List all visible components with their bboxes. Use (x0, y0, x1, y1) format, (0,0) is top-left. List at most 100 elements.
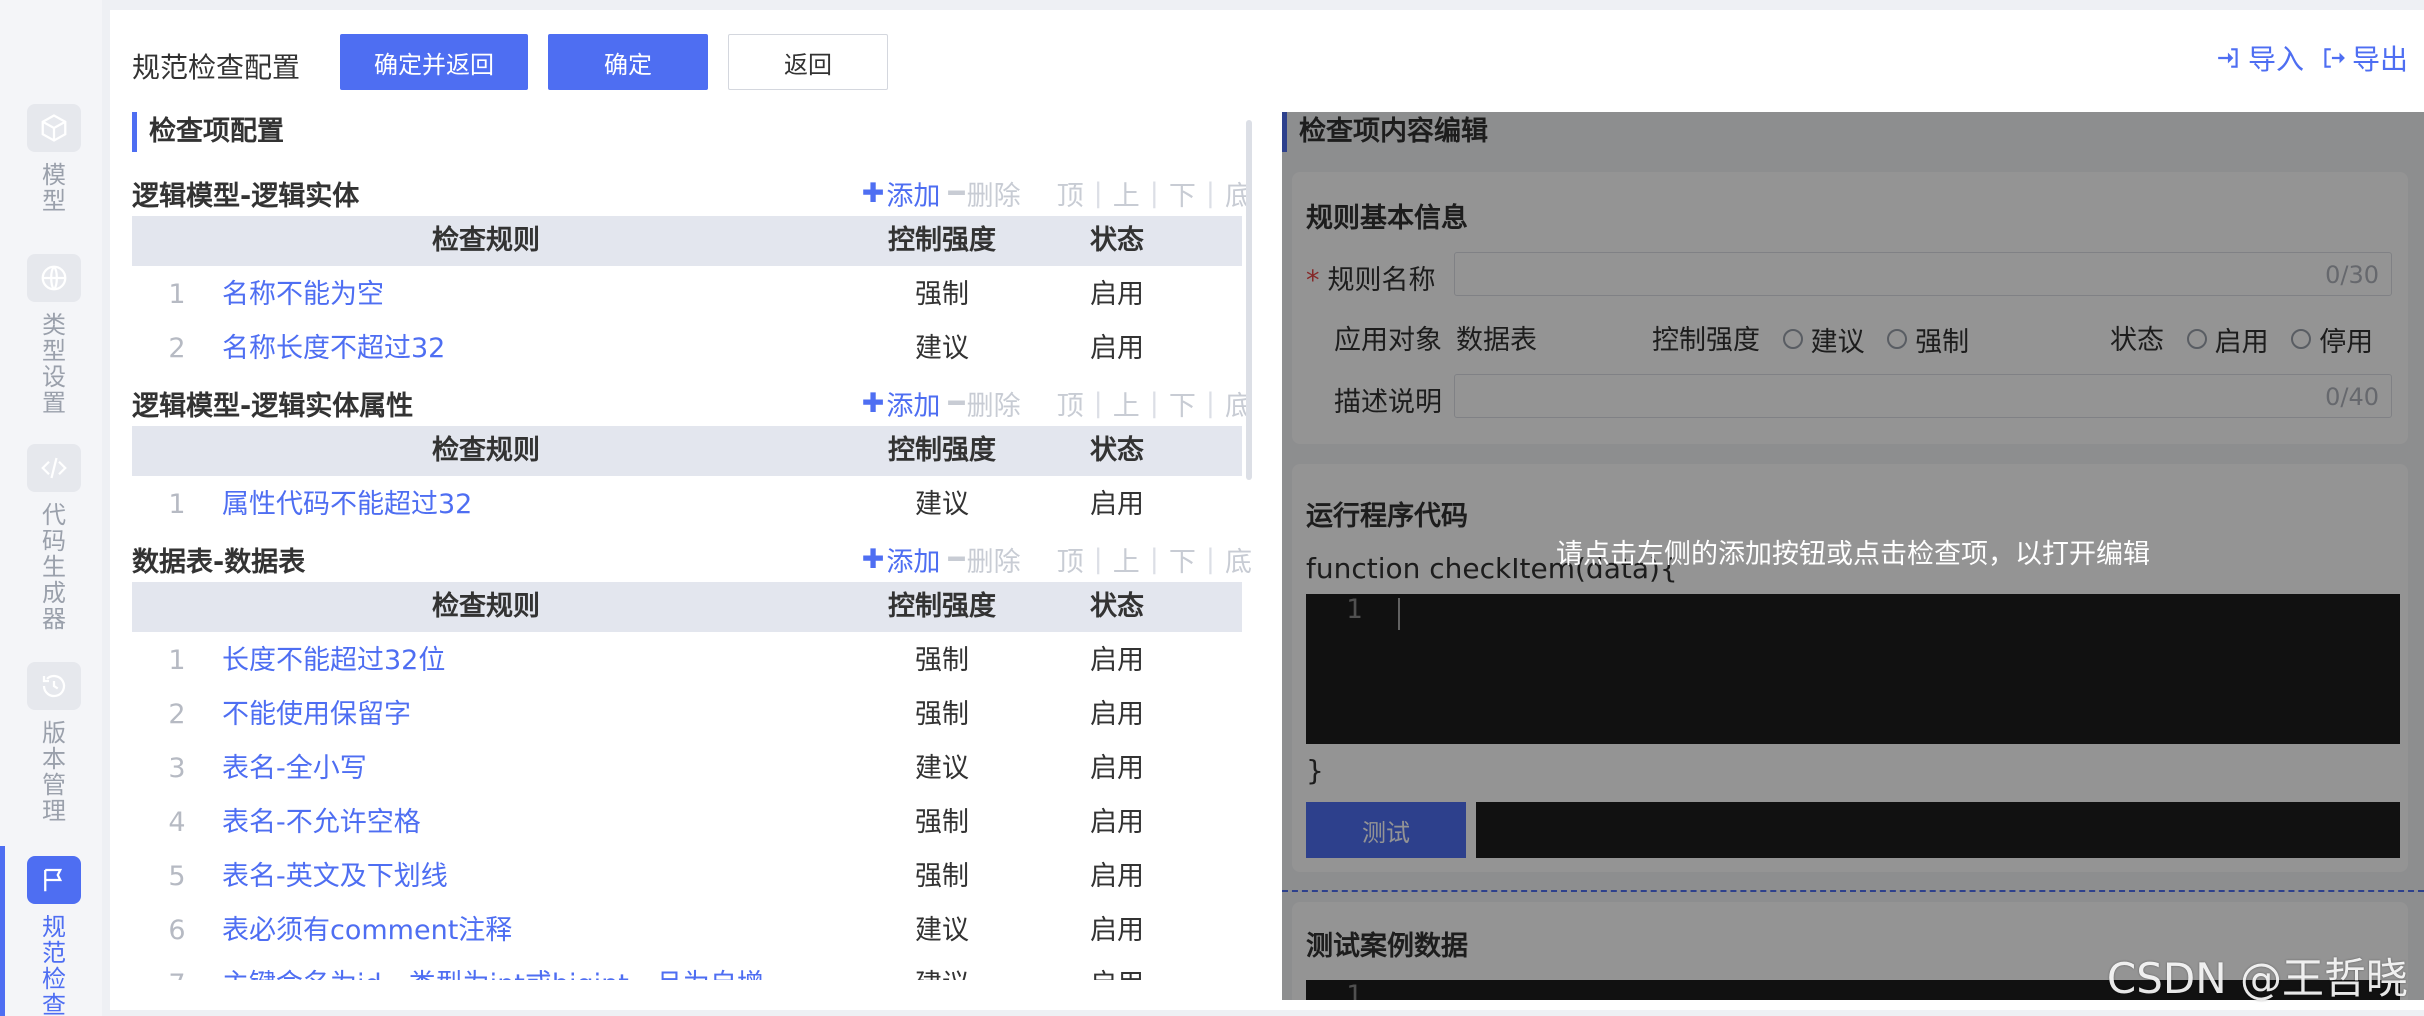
sidebar: 模型 类型设置 代码生成器 版本管理 规范检查 (0, 0, 102, 1016)
table-row[interactable]: 1 长度不能超过32位 强制 启用 (132, 634, 1242, 688)
row-index: 6 (168, 915, 186, 946)
delete-button[interactable]: ━ 删除 (948, 384, 1020, 423)
sidebar-item-label: 模型 (42, 161, 66, 215)
row-rule[interactable]: 不能使用保留字 (222, 688, 411, 742)
move-up-button[interactable]: 上 (1113, 174, 1140, 213)
row-state: 启用 (1090, 645, 1144, 676)
row-index: 1 (168, 489, 186, 520)
add-button[interactable]: ✚ 添加 (862, 540, 941, 579)
row-rule[interactable]: 主键命名为id，类型为int或bigint，且为自增 (222, 958, 764, 980)
add-label: 添加 (886, 547, 941, 578)
column-rule: 检查规则 (432, 225, 540, 256)
code-icon (27, 444, 81, 492)
row-state: 启用 (1090, 333, 1144, 364)
row-rule[interactable]: 表名-全小写 (222, 742, 367, 796)
row-rule[interactable]: 表必须有comment注释 (222, 904, 512, 958)
table-row[interactable]: 1 名称不能为空 强制 启用 (132, 268, 1242, 322)
add-button[interactable]: ✚ 添加 (862, 384, 941, 423)
move-bottom-button[interactable]: 底 (1225, 540, 1252, 579)
confirm-return-button[interactable]: 确定并返回 (340, 34, 528, 90)
row-rule[interactable]: 长度不能超过32位 (222, 634, 445, 688)
row-force: 建议 (915, 489, 969, 520)
import-label: 导入 (2248, 43, 2305, 76)
sidebar-item-type-settings[interactable]: 类型设置 (24, 254, 84, 416)
sidebar-item-label: 版本管理 (42, 719, 66, 825)
table-row[interactable]: 2 不能使用保留字 强制 启用 (132, 688, 1242, 742)
row-index: 1 (168, 279, 186, 310)
table-row[interactable]: 4 表名-不允许空格 强制 启用 (132, 796, 1242, 850)
add-label: 添加 (886, 391, 941, 422)
sidebar-item-version[interactable]: 版本管理 (24, 662, 84, 824)
row-state: 启用 (1052, 958, 1182, 980)
move-up-button[interactable]: 上 (1113, 540, 1140, 579)
export-label: 导出 (2352, 43, 2409, 76)
table-row[interactable]: 7 主键命名为id，类型为int或bigint，且为自增 建议 启用 (132, 958, 1242, 980)
move-top-button[interactable]: 顶 (1057, 384, 1084, 423)
left-scrollbar[interactable] (1246, 120, 1252, 480)
delete-button[interactable]: ━ 删除 (948, 540, 1020, 579)
table-header: 检查规则 控制强度 状态 (132, 426, 1242, 476)
table-row[interactable]: 1 属性代码不能超过32 建议 启用 (132, 478, 1242, 532)
row-force: 建议 (915, 333, 969, 364)
export-icon (2324, 48, 2345, 68)
move-down-button[interactable]: 下 (1169, 540, 1196, 579)
row-rule[interactable]: 名称长度不超过32 (222, 322, 445, 376)
table-row[interactable]: 2 名称长度不超过32 建议 启用 (132, 322, 1242, 376)
table-row[interactable]: 6 表必须有comment注释 建议 启用 (132, 904, 1242, 958)
sidebar-item-code-generator[interactable]: 代码生成器 (24, 444, 84, 632)
move-top-button[interactable]: 顶 (1057, 174, 1084, 213)
table-header: 检查规则 控制强度 状态 (132, 582, 1242, 632)
column-state: 状态 (1090, 591, 1144, 622)
column-force: 控制强度 (888, 225, 996, 256)
delete-button[interactable]: ━ 删除 (948, 174, 1020, 213)
group-title: 逻辑模型-逻辑实体 (132, 181, 360, 212)
table-row[interactable]: 3 表名-全小写 建议 启用 (132, 742, 1242, 796)
row-force: 建议 (915, 753, 969, 784)
row-force: 建议 (915, 915, 969, 946)
move-top-button[interactable]: 顶 (1057, 540, 1084, 579)
row-rule[interactable]: 表名-不允许空格 (222, 796, 421, 850)
sidebar-item-spec-check[interactable]: 规范检查 (24, 856, 84, 1016)
sidebar-item-model[interactable]: 模型 (24, 104, 84, 214)
row-force: 强制 (915, 279, 969, 310)
globe-icon (27, 254, 81, 302)
confirm-button[interactable]: 确定 (548, 34, 708, 90)
row-index: 5 (168, 861, 186, 892)
move-up-button[interactable]: 上 (1113, 384, 1140, 423)
move-down-button[interactable]: 下 (1169, 384, 1196, 423)
flag-icon (27, 856, 81, 904)
import-icon (2218, 48, 2238, 68)
table-row[interactable]: 5 表名-英文及下划线 强制 启用 (132, 850, 1242, 904)
column-force: 控制强度 (888, 435, 996, 466)
import-link[interactable]: 导入 (2216, 38, 2304, 78)
back-button[interactable]: 返回 (728, 34, 888, 90)
row-rule[interactable]: 属性代码不能超过32 (222, 478, 472, 532)
group-title: 数据表-数据表 (132, 547, 306, 578)
row-state: 启用 (1090, 753, 1144, 784)
column-rule: 检查规则 (432, 591, 540, 622)
column-state: 状态 (1090, 225, 1144, 256)
check-item-editor: 检查项内容编辑 规则基本信息 * 规则名称 0/30 应用对象 数据表 控制强度 … (1282, 112, 2424, 1000)
row-force: 建议 (832, 958, 1052, 980)
column-state: 状态 (1090, 435, 1144, 466)
group-actions: ✚ 添加 ━ 删除 顶 | 上 | 下 | 底 (862, 540, 1252, 579)
overlay-message: 请点击左侧的添加按钮或点击检查项，以打开编辑 (1556, 539, 2150, 570)
section-title: 检查项配置 (132, 112, 284, 152)
row-index: 1 (168, 645, 186, 676)
row-index: 2 (168, 333, 186, 364)
row-force: 强制 (915, 699, 969, 730)
column-force: 控制强度 (888, 591, 996, 622)
move-down-button[interactable]: 下 (1169, 174, 1196, 213)
row-rule[interactable]: 名称不能为空 (222, 268, 384, 322)
row-state: 启用 (1090, 861, 1144, 892)
export-link[interactable]: 导出 (2320, 38, 2408, 78)
group-title: 逻辑模型-逻辑实体属性 (132, 391, 414, 422)
check-item-config: 检查项配置 逻辑模型-逻辑实体 ✚ 添加 ━ 删除 顶 | 上 | 下 | 底 检查规则 … (132, 112, 1262, 980)
sidebar-item-label: 代码生成器 (42, 501, 66, 633)
row-rule[interactable]: 表名-英文及下划线 (222, 850, 448, 904)
row-state: 启用 (1090, 807, 1144, 838)
page-title: 规范检查配置 (132, 51, 301, 84)
main-panel: 规范检查配置 确定并返回 确定 返回 导入 导出 检查项配置 逻辑模型-逻辑实体… (110, 10, 2424, 1010)
row-state: 启用 (1090, 915, 1144, 946)
add-button[interactable]: ✚ 添加 (862, 174, 941, 213)
